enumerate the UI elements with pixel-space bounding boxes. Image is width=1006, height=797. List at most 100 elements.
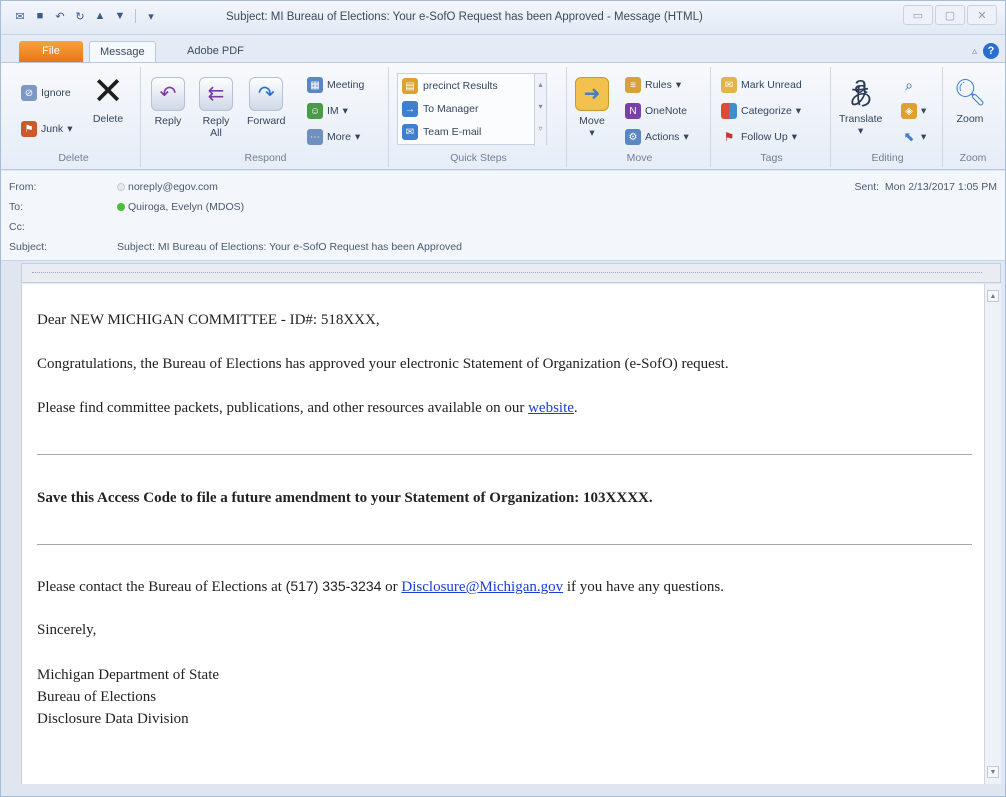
- reply-button[interactable]: ↶ Reply: [151, 77, 185, 127]
- signature-line-2: Bureau of Elections: [37, 689, 157, 705]
- junk-button[interactable]: ⚑ Junk ▾: [21, 121, 72, 137]
- ignore-icon: ⊘: [21, 85, 37, 101]
- quick-steps-gallery: ▤ precinct Results → To Manager ✉ Team E…: [397, 73, 547, 146]
- access-code-paragraph: Save this Access Code to file a future a…: [37, 490, 653, 506]
- presence-available-icon: [117, 203, 125, 212]
- outlook-app-icon: ✉: [15, 10, 25, 23]
- divider-1: [37, 454, 972, 455]
- signature-line-3: Disclosure Data Division: [37, 711, 189, 727]
- tab-message[interactable]: Message: [89, 41, 156, 63]
- quick-step-mail-icon: ✉: [402, 124, 418, 140]
- meeting-icon: ▦: [307, 77, 323, 93]
- follow-up-dropdown-icon: ▾: [791, 131, 797, 143]
- help-icon[interactable]: ?: [983, 43, 999, 59]
- maximize-button[interactable]: ▢: [935, 5, 965, 25]
- resources-paragraph: Please find committee packets, publicati…: [37, 400, 578, 417]
- rules-label: Rules: [645, 79, 672, 91]
- ruler-ticks: [32, 272, 982, 276]
- im-label: IM: [327, 105, 339, 117]
- email-link[interactable]: Disclosure@Michigan.gov: [401, 579, 563, 595]
- group-label-quick-steps: Quick Steps: [450, 152, 507, 164]
- actions-button[interactable]: ⚙ Actions ▾: [625, 129, 689, 145]
- group-label-editing: Editing: [871, 152, 904, 164]
- ribbon-group-respond: ↶ Reply ⇇ Reply All ↷ Forward ▦ Meeting …: [143, 67, 389, 167]
- redo-icon[interactable]: ↻: [73, 9, 87, 23]
- ignore-button[interactable]: ⊘ Ignore: [21, 85, 71, 101]
- rules-dropdown-icon: ▾: [675, 79, 682, 91]
- sent-label: Sent:: [854, 181, 880, 193]
- message-header: From: noreply@egov.com To: Quiroga, Evel…: [1, 171, 1005, 261]
- message-body[interactable]: Dear NEW MICHIGAN COMMITTEE - ID#: 518XX…: [21, 284, 984, 784]
- cc-label: Cc:: [9, 221, 25, 233]
- scroll-down-icon[interactable]: ▼: [987, 766, 999, 778]
- rules-button[interactable]: ≡ Rules ▾: [625, 77, 681, 93]
- zoom-button[interactable]: 🔍︎ Zoom: [953, 75, 987, 125]
- group-label-delete: Delete: [58, 152, 89, 164]
- im-button[interactable]: ☺ IM ▾: [307, 103, 348, 119]
- next-item-icon[interactable]: ▼: [113, 9, 127, 23]
- reply-all-icon: ⇇: [199, 77, 233, 111]
- cursor-select-icon: ⬉: [903, 129, 915, 144]
- categorize-button[interactable]: Categorize ▾: [721, 103, 801, 119]
- contact-or: or: [381, 579, 402, 595]
- tab-adobe-pdf[interactable]: Adobe PDF: [177, 41, 254, 63]
- resources-suffix: .: [573, 400, 578, 416]
- minimize-ribbon-icon[interactable]: ▵: [972, 46, 977, 57]
- forward-label: Forward: [247, 115, 286, 127]
- meeting-button[interactable]: ▦ Meeting: [307, 77, 364, 93]
- minimize-button[interactable]: ▭: [903, 5, 933, 25]
- quick-step-team-email[interactable]: ✉ Team E-mail: [402, 124, 481, 140]
- select-button[interactable]: ⬉ ▾: [901, 129, 927, 145]
- forward-icon: ↷: [249, 77, 284, 111]
- ribbon-group-quick-steps: ▤ precinct Results → To Manager ✉ Team E…: [391, 67, 567, 167]
- quick-steps-scroll[interactable]: ▴ ▾ ▿: [534, 74, 546, 146]
- to-value[interactable]: Quiroga, Evelyn (MDOS): [117, 201, 244, 213]
- reply-all-button[interactable]: ⇇ Reply All: [199, 77, 233, 139]
- closing: Sincerely,: [37, 622, 97, 638]
- group-label-zoom: Zoom: [959, 152, 987, 164]
- quick-step-precinct-results[interactable]: ▤ precinct Results: [402, 78, 498, 94]
- delete-button[interactable]: ✕ Delete: [91, 71, 125, 125]
- meeting-label: Meeting: [327, 79, 365, 91]
- onenote-button[interactable]: N OneNote: [625, 103, 687, 119]
- quick-access-toolbar: ✉ ■ ↶ ↻ ▲ ▼ ▾: [13, 9, 158, 23]
- title-bar: ✉ ■ ↶ ↻ ▲ ▼ ▾ Subject: MI Bureau of Elec…: [1, 1, 1005, 35]
- qat-divider: [135, 9, 136, 23]
- translate-button[interactable]: aあ Translate ▾: [839, 74, 882, 138]
- junk-dropdown-icon: ▾: [67, 123, 73, 135]
- from-value[interactable]: noreply@egov.com: [117, 181, 218, 193]
- mark-unread-button[interactable]: ✉ Mark Unread: [721, 77, 802, 93]
- vertical-scrollbar[interactable]: ▲ ▼: [984, 284, 1001, 784]
- quick-step-label: To Manager: [423, 103, 479, 115]
- find-button[interactable]: ⌕: [901, 77, 917, 93]
- close-button[interactable]: ✕: [967, 5, 997, 25]
- categorize-dropdown-icon: ▾: [795, 105, 802, 117]
- quick-step-to-manager[interactable]: → To Manager: [402, 101, 478, 117]
- mark-unread-icon: ✉: [721, 77, 737, 93]
- actions-icon: ⚙: [625, 129, 641, 145]
- mark-unread-label: Mark Unread: [741, 79, 802, 91]
- previous-item-icon[interactable]: ▲: [93, 9, 107, 23]
- categorize-label: Categorize: [741, 105, 792, 117]
- follow-up-label: Follow Up: [741, 131, 788, 143]
- delete-x-icon: ✕: [92, 71, 124, 113]
- congrats-paragraph: Congratulations, the Bureau of Elections…: [37, 356, 729, 372]
- onenote-icon: N: [625, 103, 641, 119]
- move-dropdown-icon: ▾: [589, 127, 595, 139]
- ribbon-group-zoom: 🔍︎ Zoom Zoom: [945, 67, 1001, 167]
- categorize-icon: [721, 103, 737, 119]
- ruler: [21, 263, 1001, 283]
- website-link[interactable]: website: [528, 400, 574, 416]
- customize-qat-icon[interactable]: ▾: [144, 9, 158, 23]
- scroll-up-icon[interactable]: ▲: [987, 290, 999, 302]
- tab-file[interactable]: File: [19, 41, 83, 62]
- move-button[interactable]: ➜ Move ▾: [575, 77, 609, 139]
- save-icon[interactable]: ■: [33, 9, 47, 23]
- forward-button[interactable]: ↷ Forward: [247, 77, 286, 127]
- undo-icon[interactable]: ↶: [53, 9, 67, 23]
- related-button[interactable]: ◈ ▾: [901, 103, 926, 119]
- ribbon-group-editing: aあ Translate ▾ ⌕ ◈ ▾ ⬉ ▾ Editing: [833, 67, 943, 167]
- more-button[interactable]: ⋯ More ▾: [307, 129, 360, 145]
- follow-up-button[interactable]: ⚑ Follow Up ▾: [721, 129, 797, 145]
- rules-icon: ≡: [625, 77, 641, 93]
